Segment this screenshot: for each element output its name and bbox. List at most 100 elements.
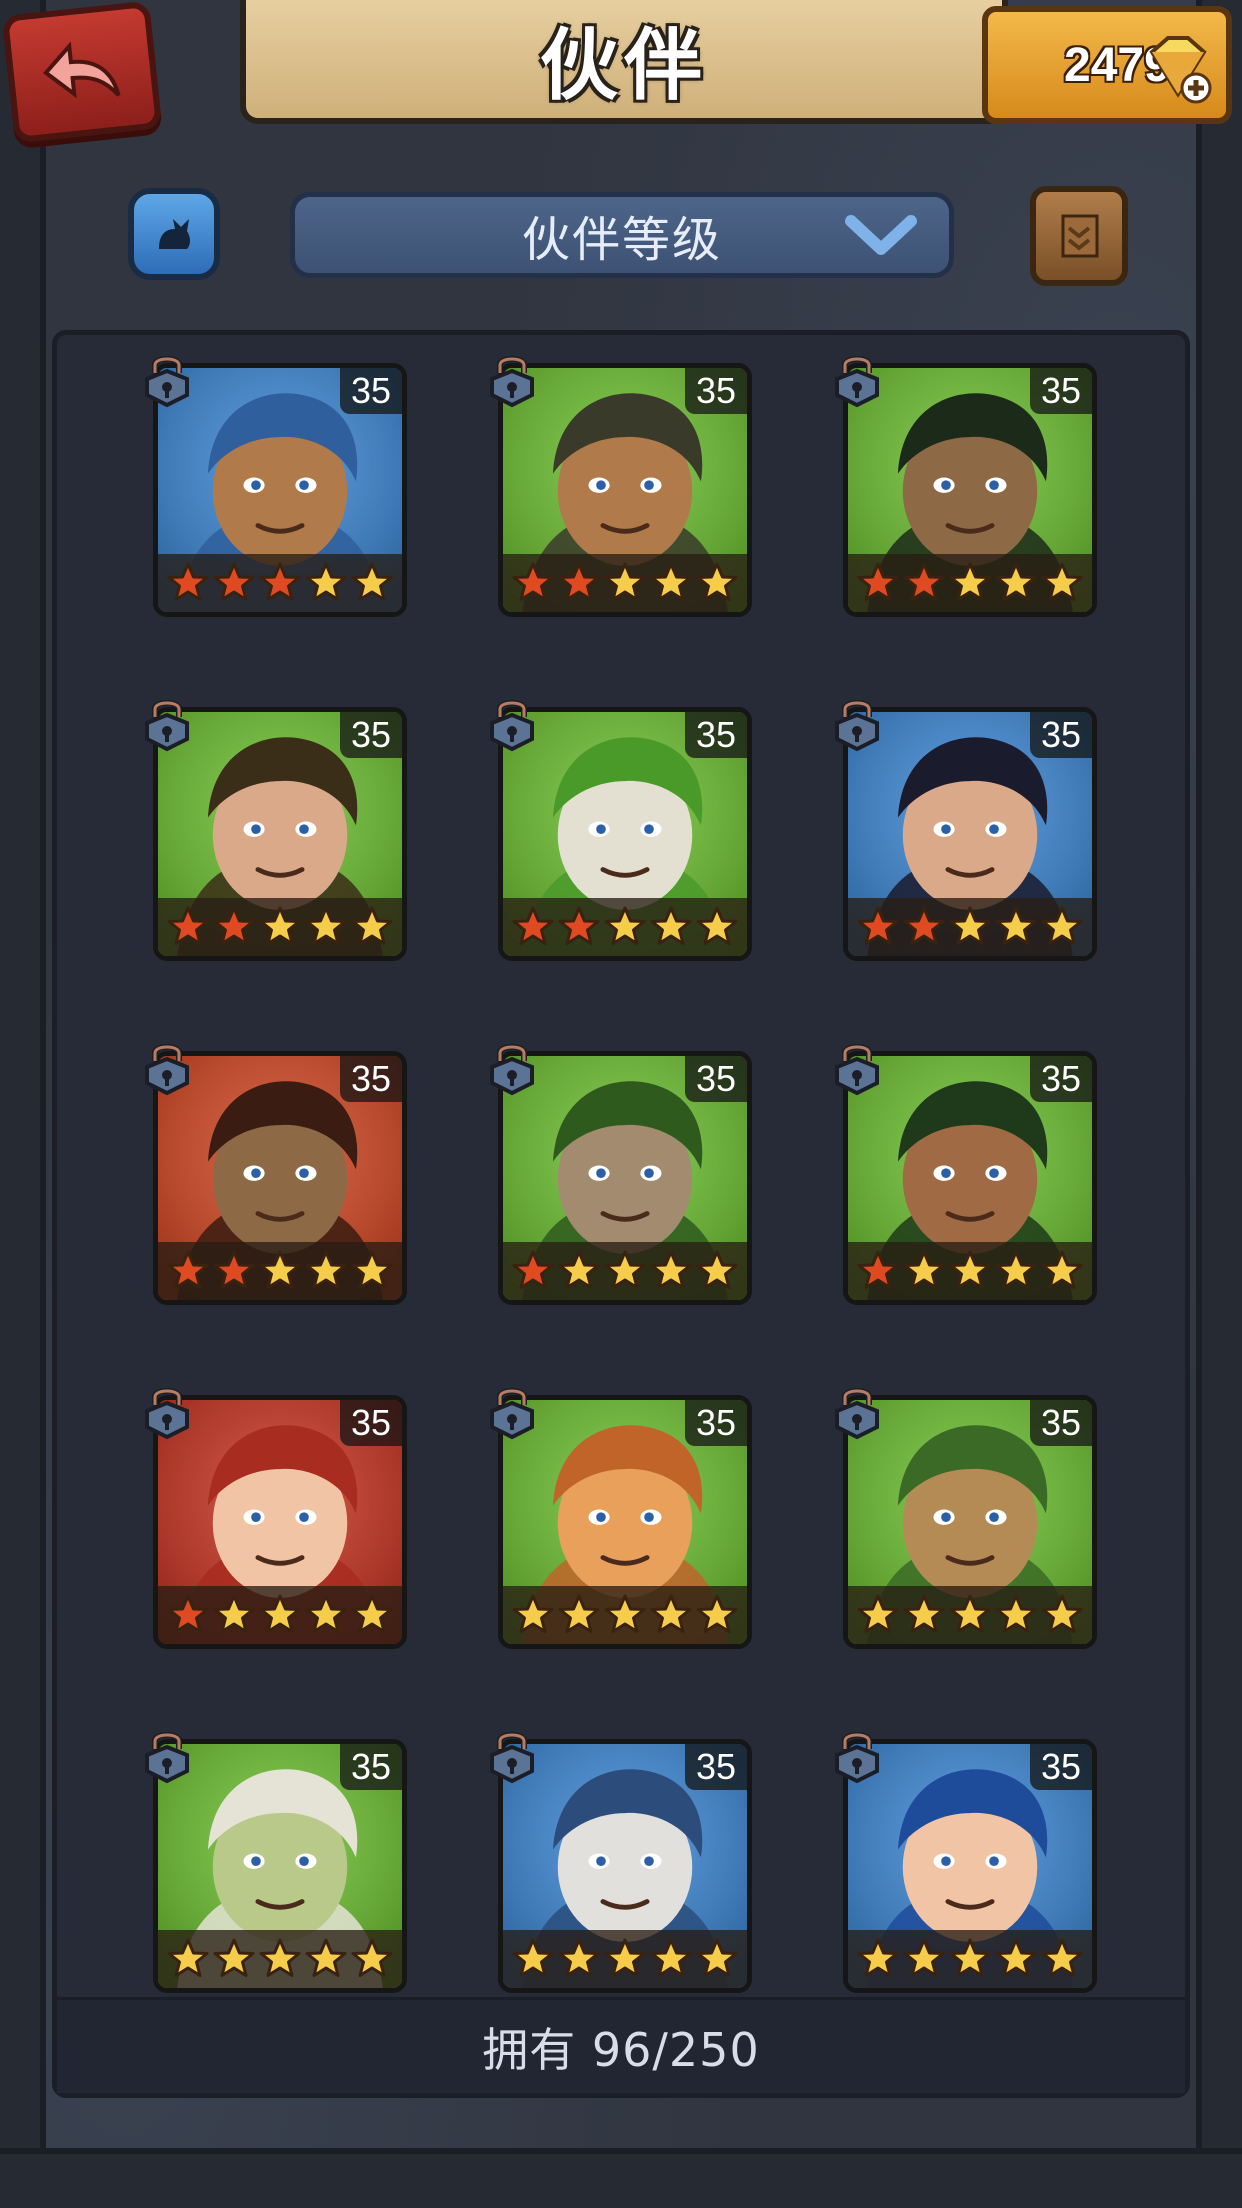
gold-star-icon [650,1938,692,1977]
companion-level: 35 [340,712,402,758]
red-star-icon [512,1250,554,1289]
star-rating [158,898,402,956]
star-rating [158,1930,402,1988]
gold-star-icon [650,1250,692,1289]
lock-icon[interactable] [831,349,883,409]
gold-star-icon [604,1938,646,1977]
companion-level: 35 [1030,368,1092,414]
red-star-icon [213,906,255,945]
lock-icon[interactable] [141,693,193,753]
back-button[interactable] [1,0,163,144]
star-rating [848,554,1092,612]
red-star-icon [167,906,209,945]
gold-star-icon [213,1938,255,1977]
companion-grid: 35 35 35 35 35 35 35 35 35 35 35 35 35 35 35 [57,335,1195,2001]
gold-star-icon [259,1594,301,1633]
gem-plus-icon [1149,36,1212,104]
lock-icon[interactable] [831,1725,883,1785]
companion-level: 35 [1030,1744,1092,1790]
star-rating [848,1930,1092,1988]
gold-star-icon [903,1594,945,1633]
gold-star-icon [949,1594,991,1633]
gold-star-icon [351,1250,393,1289]
red-star-icon [213,562,255,601]
gold-star-icon [949,906,991,945]
red-star-icon [903,562,945,601]
lock-icon[interactable] [831,1037,883,1097]
gold-star-icon [903,1250,945,1289]
star-rating [158,1242,402,1300]
gold-star-icon [351,1594,393,1633]
lock-icon[interactable] [831,693,883,753]
gold-star-icon [213,1594,255,1633]
formation-scroll-button[interactable] [1030,186,1128,286]
gold-star-icon [1041,562,1083,601]
companion-level: 35 [340,368,402,414]
lock-icon[interactable] [141,1037,193,1097]
red-star-icon [857,562,899,601]
gold-star-icon [903,1938,945,1977]
lock-icon[interactable] [141,1725,193,1785]
companion-level: 35 [685,1744,747,1790]
red-star-icon [558,906,600,945]
gold-star-icon [167,1938,209,1977]
gold-star-icon [949,1250,991,1289]
star-rating [848,1242,1092,1300]
star-rating [158,554,402,612]
lock-icon[interactable] [486,693,538,753]
lock-icon[interactable] [486,1381,538,1441]
lock-icon[interactable] [831,1381,883,1441]
gold-star-icon [1041,906,1083,945]
star-rating [158,1586,402,1644]
page-title: 伙伴 [539,21,708,111]
gold-star-icon [995,1938,1037,1977]
gold-star-icon [949,562,991,601]
gold-star-icon [558,1250,600,1289]
gold-star-icon [696,1594,738,1633]
red-star-icon [857,906,899,945]
gold-star-icon [696,1250,738,1289]
frame-bottom-edge [0,2148,1242,2208]
gold-star-icon [351,562,393,601]
star-rating [503,898,747,956]
lock-icon[interactable] [486,1725,538,1785]
companion-level: 35 [685,368,747,414]
lock-icon[interactable] [486,1037,538,1097]
gold-star-icon [259,1938,301,1977]
gold-star-icon [259,1250,301,1289]
star-rating [503,1586,747,1644]
red-star-icon [213,1250,255,1289]
sort-label: 伙伴等级 [521,212,722,268]
gold-star-icon [259,906,301,945]
red-star-icon [558,562,600,601]
gold-star-icon [351,906,393,945]
lock-icon[interactable] [486,349,538,409]
red-star-icon [512,562,554,601]
gold-star-icon [650,1594,692,1633]
gold-star-icon [305,1250,347,1289]
gold-star-icon [351,1938,393,1977]
companion-level: 35 [1030,1056,1092,1102]
gold-star-icon [305,1594,347,1633]
gold-star-icon [512,1594,554,1633]
gold-star-icon [995,1594,1037,1633]
companion-panel: 35 35 35 35 35 35 35 35 35 35 35 35 35 35 35 拥有 96/250 [52,330,1190,2098]
category-filter-button[interactable] [128,188,220,280]
lock-icon[interactable] [141,1381,193,1441]
red-star-icon [512,906,554,945]
gem-counter[interactable]: 2479 [982,6,1232,124]
gold-star-icon [1041,1250,1083,1289]
gold-star-icon [650,562,692,601]
owned-count-bar: 拥有 96/250 [57,1997,1185,2093]
lock-icon[interactable] [141,349,193,409]
companion-level: 35 [1030,712,1092,758]
star-rating [848,898,1092,956]
red-star-icon [167,562,209,601]
gold-star-icon [857,1938,899,1977]
sort-dropdown[interactable]: 伙伴等级 [290,192,954,278]
companion-level: 35 [340,1056,402,1102]
gold-star-icon [696,906,738,945]
scroll-icon [1061,214,1099,258]
gold-star-icon [650,906,692,945]
gold-star-icon [1041,1938,1083,1977]
